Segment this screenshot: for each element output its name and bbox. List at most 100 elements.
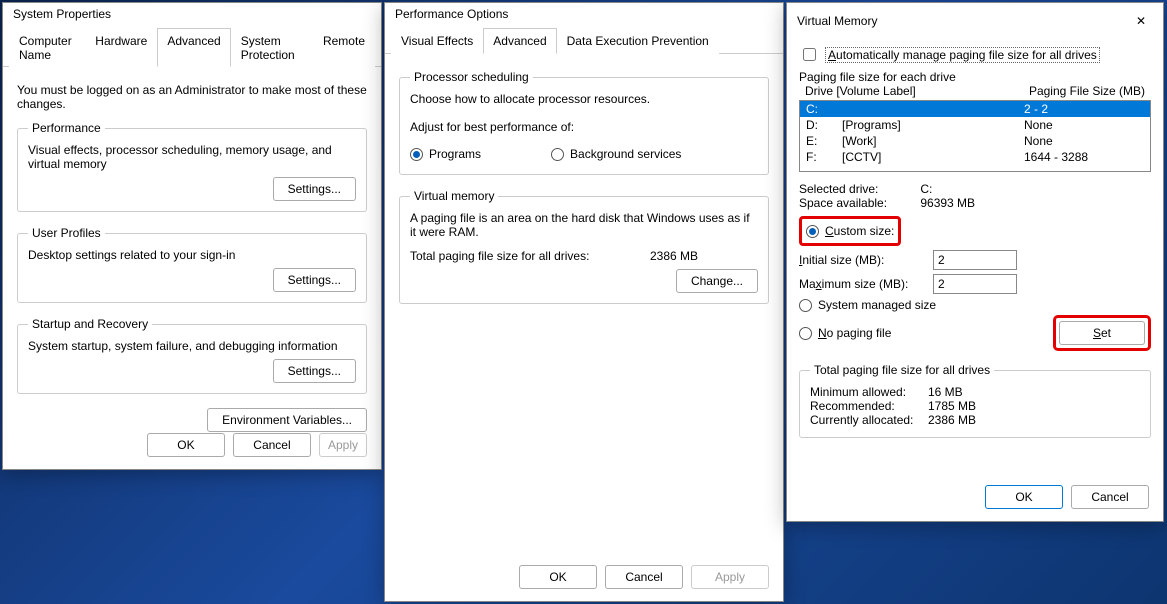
system-managed-label: System managed size bbox=[818, 298, 936, 312]
drive-row-c[interactable]: C: 2 - 2 bbox=[800, 101, 1150, 117]
space-available-value: 96393 MB bbox=[920, 196, 975, 210]
vm-total-row: Total paging file size for all drives: 2… bbox=[410, 249, 758, 263]
ok-button[interactable]: OK bbox=[147, 433, 225, 457]
dialog-title: Performance Options bbox=[395, 7, 508, 21]
no-paging-label: No paging file bbox=[818, 326, 891, 340]
selected-drive-label: Selected drive: bbox=[799, 182, 917, 196]
ok-button[interactable]: OK bbox=[519, 565, 597, 589]
checkbox-icon[interactable] bbox=[803, 48, 816, 61]
footer-buttons: OK Cancel Apply bbox=[519, 565, 769, 589]
performance-group: Performance Visual effects, processor sc… bbox=[17, 121, 367, 212]
user-profiles-settings-button[interactable]: Settings... bbox=[273, 268, 356, 292]
vm-total-value: 2386 MB bbox=[650, 249, 698, 263]
dialog-title: System Properties bbox=[13, 7, 111, 21]
radio-no-paging-file[interactable]: No paging file bbox=[799, 326, 891, 340]
hdr-size: Paging File Size (MB) bbox=[1029, 84, 1145, 98]
environment-variables-button[interactable]: Environment Variables... bbox=[207, 408, 367, 432]
titlebar: Virtual Memory ✕ bbox=[787, 3, 1163, 39]
ok-button[interactable]: OK bbox=[985, 485, 1063, 509]
performance-legend: Performance bbox=[28, 121, 105, 135]
drive-list-header: Drive [Volume Label] Paging File Size (M… bbox=[799, 84, 1151, 98]
custom-size-label: Custom size: bbox=[825, 224, 894, 238]
startup-legend: Startup and Recovery bbox=[28, 317, 152, 331]
radio-dot-icon bbox=[806, 225, 819, 238]
recommended-value: 1785 MB bbox=[928, 399, 976, 413]
dialog-title: Virtual Memory bbox=[797, 14, 877, 28]
radio-custom-size[interactable]: Custom size: bbox=[806, 224, 894, 238]
footer-buttons: OK Cancel Apply bbox=[147, 433, 367, 457]
radio-bg-label: Background services bbox=[570, 147, 681, 161]
user-profiles-desc: Desktop settings related to your sign-in bbox=[28, 248, 356, 262]
radio-dot-icon bbox=[799, 327, 812, 340]
totals-group: Total paging file size for all drives Mi… bbox=[799, 363, 1151, 438]
space-available-label: Space available: bbox=[799, 196, 917, 210]
maximum-size-input[interactable] bbox=[933, 274, 1017, 294]
set-button-highlight: Set bbox=[1053, 315, 1151, 351]
apply-button[interactable]: Apply bbox=[691, 565, 769, 589]
drive-row-d[interactable]: D: [Programs] None bbox=[800, 117, 1150, 133]
vm-desc: A paging file is an area on the hard dis… bbox=[410, 211, 758, 239]
tab-hardware[interactable]: Hardware bbox=[85, 28, 157, 67]
startup-settings-button[interactable]: Settings... bbox=[273, 359, 356, 383]
min-allowed-value: 16 MB bbox=[928, 385, 963, 399]
virtual-memory-group: Virtual memory A paging file is an area … bbox=[399, 189, 769, 304]
set-button[interactable]: Set bbox=[1059, 321, 1145, 345]
min-allowed-label: Minimum allowed: bbox=[810, 385, 928, 399]
system-properties-dialog: System Properties Computer Name Hardware… bbox=[2, 2, 382, 470]
cancel-button[interactable]: Cancel bbox=[605, 565, 683, 589]
titlebar: System Properties bbox=[3, 3, 381, 25]
tab-advanced[interactable]: Advanced bbox=[157, 28, 230, 67]
apply-button[interactable]: Apply bbox=[319, 433, 367, 457]
tab-remote[interactable]: Remote bbox=[313, 28, 375, 67]
drive-row-e[interactable]: E: [Work] None bbox=[800, 133, 1150, 149]
performance-desc: Visual effects, processor scheduling, me… bbox=[28, 143, 356, 171]
radio-programs-label: Programs bbox=[429, 147, 481, 161]
user-profiles-group: User Profiles Desktop settings related t… bbox=[17, 226, 367, 303]
performance-options-dialog: Performance Options Visual Effects Advan… bbox=[384, 2, 784, 602]
content: Automatically manage paging file size fo… bbox=[787, 39, 1163, 458]
cancel-button[interactable]: Cancel bbox=[233, 433, 311, 457]
sched-desc: Choose how to allocate processor resourc… bbox=[410, 92, 758, 106]
tab-strip: Computer Name Hardware Advanced System P… bbox=[3, 27, 381, 67]
tab-visual-effects[interactable]: Visual Effects bbox=[391, 28, 483, 54]
content: You must be logged on as an Administrato… bbox=[3, 67, 381, 418]
virtual-memory-dialog: Virtual Memory ✕ Automatically manage pa… bbox=[786, 2, 1164, 522]
maximum-size-label: Maximum size (MB): bbox=[799, 277, 929, 291]
footer-buttons: OK Cancel bbox=[985, 485, 1149, 509]
selected-drive-value: C: bbox=[920, 182, 932, 196]
auto-manage-label: Automatically manage paging file size fo… bbox=[825, 47, 1100, 63]
drive-list[interactable]: C: 2 - 2 D: [Programs] None E: [Work] No… bbox=[799, 100, 1151, 172]
performance-settings-button[interactable]: Settings... bbox=[273, 177, 356, 201]
processor-scheduling-legend: Processor scheduling bbox=[410, 70, 533, 84]
maximum-size-row: Maximum size (MB): bbox=[799, 274, 1151, 294]
selected-drive-row: Selected drive: C: bbox=[799, 182, 1151, 196]
tab-dep[interactable]: Data Execution Prevention bbox=[557, 28, 719, 54]
radio-dot-icon bbox=[799, 299, 812, 312]
initial-size-label: Initial size (MB): bbox=[799, 253, 929, 267]
processor-scheduling-group: Processor scheduling Choose how to alloc… bbox=[399, 70, 769, 175]
virtual-memory-legend: Virtual memory bbox=[410, 189, 498, 203]
radio-programs[interactable]: Programs bbox=[410, 147, 481, 161]
currently-allocated-value: 2386 MB bbox=[928, 413, 976, 427]
initial-size-input[interactable] bbox=[933, 250, 1017, 270]
startup-desc: System startup, system failure, and debu… bbox=[28, 339, 356, 353]
drive-row-f[interactable]: F: [CCTV] 1644 - 3288 bbox=[800, 149, 1150, 165]
auto-manage-checkbox[interactable]: Automatically manage paging file size fo… bbox=[799, 45, 1151, 64]
startup-group: Startup and Recovery System startup, sys… bbox=[17, 317, 367, 394]
tab-computer-name[interactable]: Computer Name bbox=[9, 28, 85, 67]
radio-background-services[interactable]: Background services bbox=[551, 147, 681, 161]
tab-advanced[interactable]: Advanced bbox=[483, 28, 556, 54]
recommended-label: Recommended: bbox=[810, 399, 928, 413]
radio-system-managed[interactable]: System managed size bbox=[799, 298, 1151, 312]
drive-list-label: Paging file size for each drive bbox=[799, 70, 1151, 84]
tab-system-protection[interactable]: System Protection bbox=[231, 28, 313, 67]
close-button[interactable]: ✕ bbox=[1119, 7, 1163, 35]
radio-dot-icon bbox=[410, 148, 423, 161]
admin-note: You must be logged on as an Administrato… bbox=[17, 83, 367, 111]
hdr-drive: Drive [Volume Label] bbox=[805, 84, 1025, 98]
user-profiles-legend: User Profiles bbox=[28, 226, 105, 240]
vm-change-button[interactable]: Change... bbox=[676, 269, 758, 293]
cancel-button[interactable]: Cancel bbox=[1071, 485, 1149, 509]
totals-legend: Total paging file size for all drives bbox=[810, 363, 994, 377]
vm-total-label: Total paging file size for all drives: bbox=[410, 249, 589, 263]
